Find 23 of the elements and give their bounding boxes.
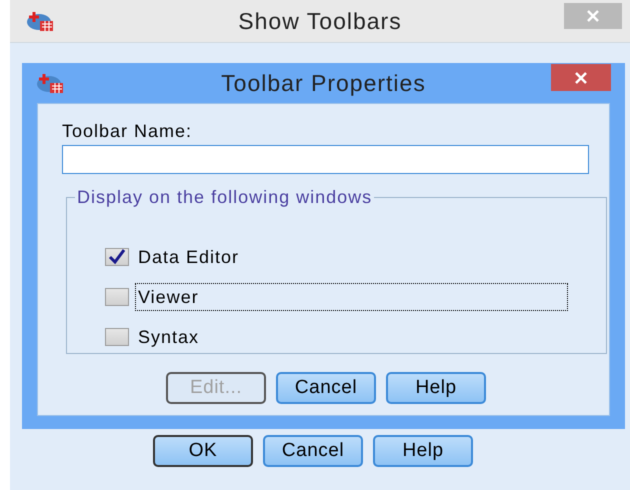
checkbox[interactable]: [105, 328, 129, 346]
check-icon: [108, 249, 126, 265]
checkbox-label[interactable]: Syntax: [135, 323, 202, 351]
app-icon: [36, 72, 66, 94]
dialog-button[interactable]: Cancel: [276, 372, 376, 404]
app-icon: [26, 10, 56, 32]
toolbar-name-field[interactable]: [62, 145, 589, 174]
close-icon: [574, 70, 588, 84]
close-button[interactable]: [551, 64, 611, 91]
close-icon: [586, 9, 600, 23]
window-title: Show Toolbars: [237, 6, 403, 36]
group-title: Display on the following windows: [76, 186, 374, 209]
checkbox-label[interactable]: Viewer: [135, 283, 568, 311]
checkbox[interactable]: [105, 288, 129, 306]
checkbox[interactable]: [105, 248, 129, 266]
dialog-button[interactable]: OK: [153, 435, 253, 467]
checkbox-label[interactable]: Data Editor: [135, 243, 242, 271]
dialog-button[interactable]: Cancel: [263, 435, 363, 467]
dialog-title: Toolbar Properties: [220, 68, 427, 98]
field-label: Toolbar Name:: [62, 120, 194, 143]
dialog-button[interactable]: Help: [373, 435, 473, 467]
close-button[interactable]: [564, 3, 622, 29]
dialog-button[interactable]: Help: [386, 372, 486, 404]
